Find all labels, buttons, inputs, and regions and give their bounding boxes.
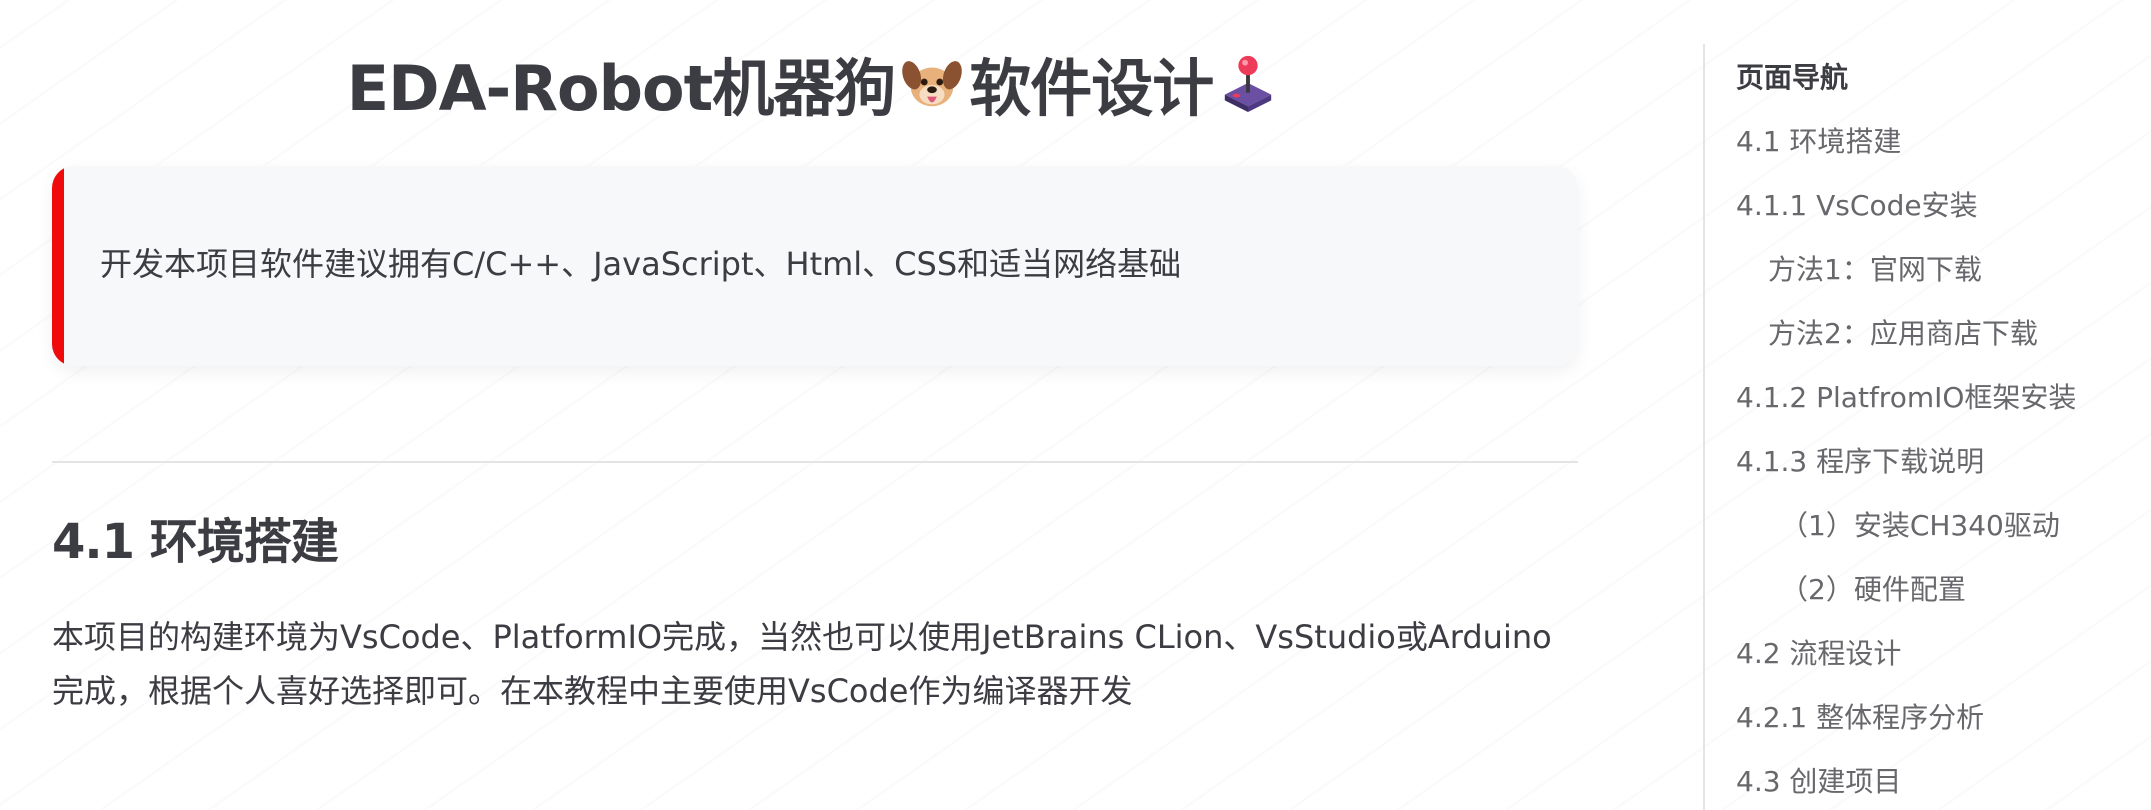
callout-accent-bar [52, 166, 64, 366]
toc-item-4-1[interactable]: 4.1 环境搭建 [1736, 120, 2136, 184]
callout-text: 开发本项目软件建议拥有C/C++、JavaScript、Html、CSS和适当网… [100, 245, 1182, 283]
toc-item-4-3[interactable]: 4.3 创建项目 [1736, 760, 2136, 810]
joystick-icon [1219, 48, 1277, 138]
page-title-text: EDA-Robot机器狗 [346, 52, 896, 125]
dog-face-icon [901, 48, 963, 138]
section-divider [52, 461, 1578, 463]
toc-item-hardware-config[interactable]: （2）硬件配置 [1736, 568, 2136, 632]
toc-item-method-2[interactable]: 方法2：应用商店下载 [1736, 312, 2136, 376]
toc-item-4-2[interactable]: 4.2 流程设计 [1736, 632, 2136, 696]
toc-item-4-1-3[interactable]: 4.1.3 程序下载说明 [1736, 440, 2136, 504]
docs-page: EDA-Robot机器狗 软件设计 开发本项目软件建议拥有C/C++、JavaS… [0, 0, 2151, 810]
toc-title: 页面导航 [1736, 61, 1849, 94]
toc-item-ch340-driver[interactable]: （1）安装CH340驱动 [1736, 504, 2136, 568]
toc-item-method-1[interactable]: 方法1：官网下载 [1736, 248, 2136, 312]
tip-callout: 开发本项目软件建议拥有C/C++、JavaScript、Html、CSS和适当网… [52, 166, 1578, 366]
page-title: EDA-Robot机器狗 软件设计 [52, 44, 1578, 138]
page-title-suffix: 软件设计 [969, 52, 1214, 125]
section-heading: 4.1 环境搭建 [52, 514, 339, 570]
section-paragraph: 本项目的构建环境为VsCode、PlatformIO完成，当然也可以使用JetB… [52, 618, 1552, 710]
page-navigation: 页面导航 4.1 环境搭建 4.1.1 VsCode安装 方法1：官网下载 方法… [1736, 56, 2136, 810]
toc-item-4-1-2[interactable]: 4.1.2 PlatfromIO框架安装 [1736, 376, 2136, 440]
toc-item-4-2-1[interactable]: 4.2.1 整体程序分析 [1736, 696, 2136, 760]
toc-divider [1703, 44, 1705, 810]
toc-item-4-1-1[interactable]: 4.1.1 VsCode安装 [1736, 184, 2136, 248]
